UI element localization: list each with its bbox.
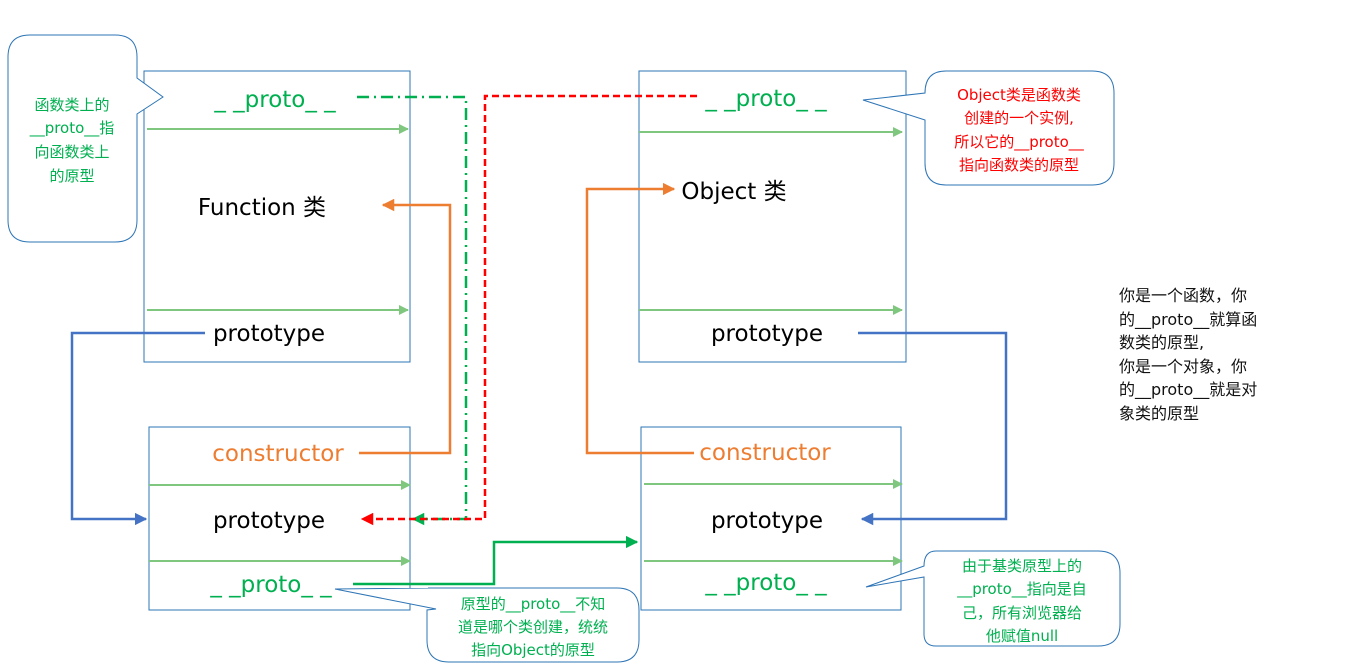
callout-object-instance-line-4: 指向函数类的原型	[959, 156, 1079, 174]
function-prototype-link	[70, 331, 205, 526]
function-class-proto-label: _ _proto_ _	[213, 87, 336, 113]
callout-function-proto-line-2: __proto__指	[29, 119, 115, 138]
side-note-line-1: 你是一个函数，你	[1119, 286, 1248, 305]
function-class-title: Function 类	[198, 195, 326, 221]
object-class-proto-label: _ _proto_ _	[704, 86, 827, 112]
object-class-prototype-label: prototype	[711, 321, 823, 347]
side-note-line-4: 你是一个对象，你	[1119, 356, 1248, 376]
callout-base-proto-line-2: __proto__指向是自	[956, 580, 1087, 599]
function-prototype-prototype-label: prototype	[213, 508, 325, 534]
callout-object-instance-line-1: Object类是函数类	[957, 86, 1081, 104]
side-note: 你是一个函数，你 的__proto__就算函 数类的原型, 你是一个对象，你 的…	[1119, 284, 1279, 425]
side-note-line-3: 数类的原型,	[1119, 333, 1205, 352]
object-class-title: Object 类	[681, 179, 786, 205]
callout-object-instance-line-2: 创建的一个实例,	[964, 109, 1074, 127]
callout-prototype-proto-line-1: 原型的__proto__不知	[461, 595, 606, 614]
callout-prototype-proto-line-3: 指向Object的原型	[471, 641, 595, 659]
callout-prototype-proto-line-2: 道是哪个类创建，统统	[458, 618, 608, 636]
object-prototype-constructor-label: constructor	[699, 440, 831, 466]
function-prototype-proto-label: _ _proto_ _	[209, 572, 332, 598]
object-prototype-proto-label: _ _proto_ _	[704, 570, 827, 596]
callout-base-proto-line-1: 由于基类原型上的	[962, 557, 1082, 575]
callout-object-instance-line-3: 所以它的__proto__	[954, 133, 1084, 152]
callout-function-proto-line-3: 向函数类上	[34, 143, 109, 161]
function-class-prototype-label: prototype	[213, 321, 325, 347]
object-class-box	[638, 70, 907, 363]
object-proto-link	[360, 94, 697, 526]
object-prototype-prototype-label: prototype	[711, 508, 823, 534]
function-constructor-link	[359, 198, 452, 455]
side-note-line-6: 象类的原型	[1119, 403, 1200, 423]
callout-function-proto-line-4: 的原型	[49, 167, 94, 185]
function-prototype-constructor-label: constructor	[212, 441, 344, 467]
side-note-line-2: 的__proto__就算函	[1119, 309, 1258, 329]
callout-base-proto-line-3: 己，所有浏览器给	[962, 604, 1082, 622]
callout-base-proto-line-4: 他赋值null	[986, 627, 1058, 645]
side-note-line-5: 的__proto__就是对	[1119, 380, 1258, 399]
object-constructor-link	[585, 182, 694, 455]
callout-function-proto-line-1: 函数类上的	[34, 96, 109, 114]
callout-function-proto-bubble	[7, 34, 164, 243]
object-prototype-link	[858, 331, 1008, 526]
prototype-proto-link	[353, 535, 639, 586]
